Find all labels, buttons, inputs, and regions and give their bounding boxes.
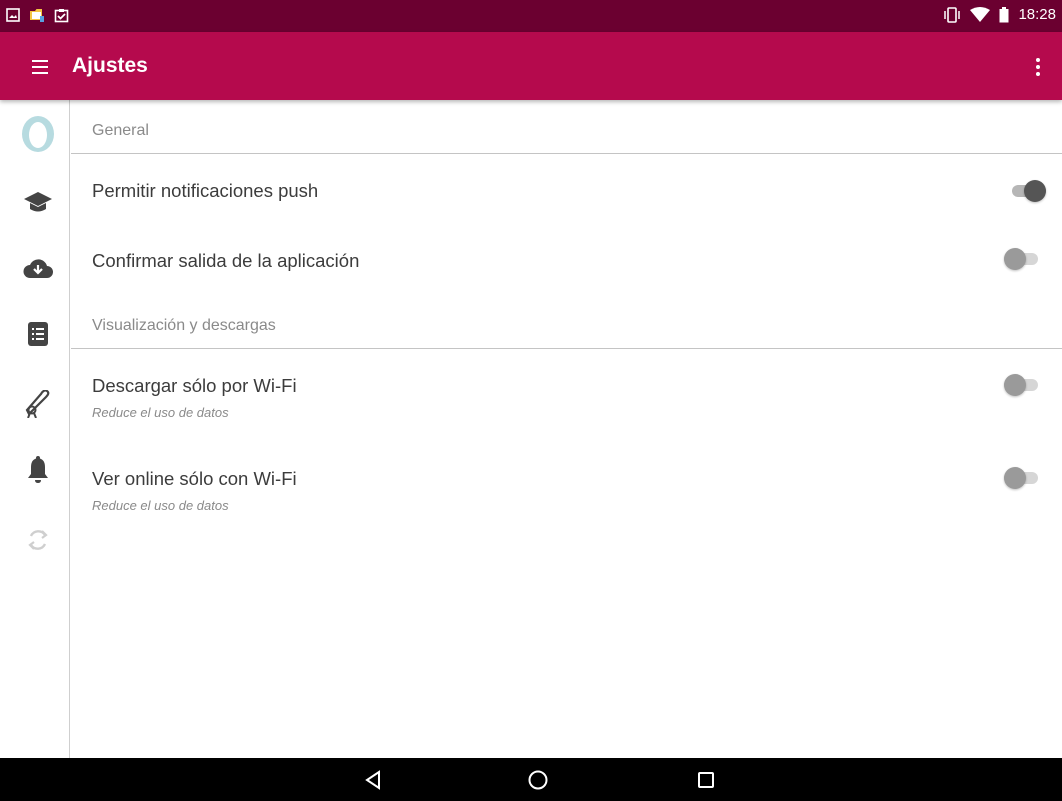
- setting-subtitle: Reduce el uso de datos: [92, 405, 229, 420]
- back-button[interactable]: [362, 768, 386, 792]
- overflow-menu-button[interactable]: [1028, 52, 1048, 82]
- setting-title: Permitir notificaciones push: [92, 180, 319, 201]
- setting-title: Ver online sólo con Wi-Fi: [92, 468, 297, 489]
- rail-item-notes[interactable]: [18, 314, 58, 354]
- setting-title: Confirmar salida de la aplicación: [92, 250, 360, 271]
- app-bar: Ajustes: [0, 32, 1062, 100]
- sync-icon: [28, 530, 48, 550]
- image-notification-icon: [6, 8, 20, 22]
- stream-wifi-only-toggle[interactable]: [1004, 467, 1038, 489]
- toggle-thumb: [1004, 374, 1026, 396]
- system-nav-bar: [0, 758, 1062, 801]
- rail-item-downloads[interactable]: [18, 248, 58, 288]
- page-title: Ajustes: [72, 54, 148, 77]
- list-document-icon: [28, 322, 48, 346]
- recents-icon: [698, 772, 714, 788]
- rail-item-certificates[interactable]: [18, 384, 58, 424]
- nav-rail: [0, 100, 70, 758]
- graduation-cap-icon: [24, 192, 52, 212]
- status-bar: 18:28: [0, 0, 1062, 32]
- setting-confirm-exit[interactable]: Confirmar salida de la aplicación: [71, 225, 1062, 295]
- rail-item-sync[interactable]: [18, 520, 58, 560]
- section-header-label: General: [92, 122, 149, 139]
- avatar-icon: [22, 116, 54, 152]
- download-wifi-only-toggle[interactable]: [1004, 374, 1038, 396]
- diploma-icon: [25, 390, 50, 418]
- setting-stream-wifi-only[interactable]: Ver online sólo con Wi-Fi Reduce el uso …: [71, 443, 1062, 536]
- hamburger-icon: [32, 60, 48, 74]
- toggle-thumb: [1004, 467, 1026, 489]
- section-header-label: Visualización y descargas: [92, 317, 276, 334]
- clipboard-check-icon: [54, 8, 69, 22]
- bell-icon: [28, 456, 48, 483]
- battery-icon: [999, 6, 1009, 22]
- push-notifications-toggle[interactable]: [1012, 180, 1046, 202]
- rail-item-notifications[interactable]: [18, 450, 58, 490]
- menu-button[interactable]: [24, 54, 60, 80]
- setting-title: Descargar sólo por Wi-Fi: [92, 375, 297, 396]
- rail-item-courses[interactable]: [18, 182, 58, 222]
- setting-subtitle: Reduce el uso de datos: [92, 498, 229, 513]
- home-button[interactable]: [526, 768, 550, 792]
- wifi-icon: [970, 6, 991, 22]
- status-time: 18:28: [1018, 6, 1056, 23]
- rail-item-profile[interactable]: [18, 114, 58, 154]
- toggle-thumb: [1024, 180, 1046, 202]
- recents-button[interactable]: [694, 768, 718, 792]
- home-icon: [528, 770, 548, 790]
- folder-notification-icon: [30, 9, 44, 22]
- setting-download-wifi-only[interactable]: Descargar sólo por Wi-Fi Reduce el uso d…: [71, 350, 1062, 443]
- section-header-display-downloads: Visualización y descargas: [71, 295, 1062, 349]
- toggle-thumb: [1004, 248, 1026, 270]
- setting-push-notifications[interactable]: Permitir notificaciones push: [71, 155, 1062, 225]
- confirm-exit-toggle[interactable]: [1004, 248, 1038, 270]
- more-vert-icon: [1036, 58, 1040, 76]
- vibrate-icon: [944, 6, 961, 23]
- settings-list: General Permitir notificaciones push Con…: [71, 100, 1062, 758]
- cloud-download-icon: [23, 259, 53, 278]
- section-header-general: General: [71, 100, 1062, 154]
- back-icon: [365, 770, 380, 790]
